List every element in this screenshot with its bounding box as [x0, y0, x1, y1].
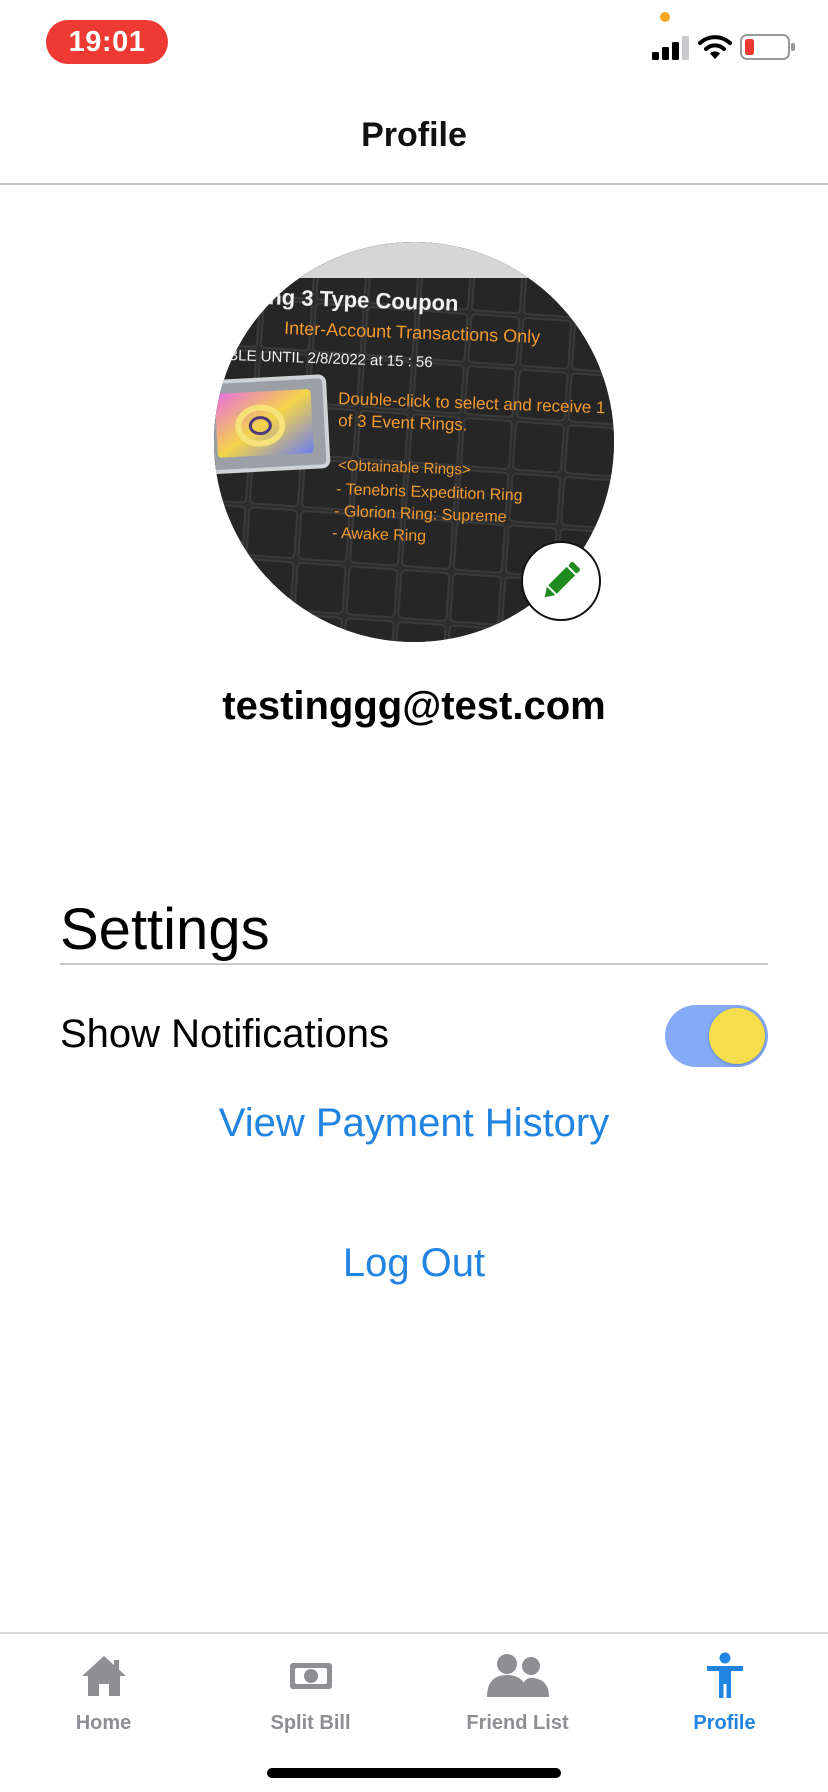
- home-icon: [81, 1656, 126, 1696]
- show-notifications-toggle[interactable]: [665, 1005, 768, 1067]
- tab-label-profile: Profile: [693, 1712, 756, 1734]
- privacy-indicator-dot: [660, 12, 670, 22]
- money-icon: [289, 1663, 332, 1689]
- tab-home[interactable]: Home: [0, 1640, 207, 1740]
- settings-heading: Settings: [60, 897, 270, 962]
- tab-split-bill[interactable]: Split Bill: [207, 1640, 414, 1740]
- settings-divider: [60, 963, 768, 965]
- log-out-button[interactable]: Log Out: [0, 1241, 828, 1286]
- cellular-signal-icon: [652, 36, 689, 60]
- show-notifications-label: Show Notifications: [60, 1012, 390, 1056]
- person-icon: [706, 1652, 743, 1698]
- tab-bar-divider: [0, 1632, 828, 1634]
- tab-label-split-bill: Split Bill: [270, 1712, 351, 1734]
- user-email: testinggg@test.com: [222, 684, 606, 728]
- status-time: 19:01: [46, 20, 168, 64]
- tab-label-home: Home: [75, 1712, 132, 1734]
- users-icon: [486, 1654, 549, 1697]
- view-payment-history-button[interactable]: View Payment History: [0, 1101, 828, 1146]
- pencil-icon: [544, 562, 580, 598]
- avatar-text-line-9: - Awake Ring: [332, 525, 427, 545]
- wifi-icon: [698, 35, 732, 59]
- toggle-knob: [709, 1008, 765, 1064]
- tab-label-friend-list: Friend List: [466, 1712, 569, 1734]
- edit-avatar-button[interactable]: [521, 541, 601, 621]
- page-title: Profile: [361, 116, 467, 154]
- battery-icon: [740, 34, 795, 60]
- tab-friend-list[interactable]: Friend List: [414, 1640, 621, 1740]
- header-divider: [0, 183, 828, 185]
- home-indicator[interactable]: [267, 1768, 561, 1778]
- tab-profile[interactable]: Profile: [621, 1640, 828, 1740]
